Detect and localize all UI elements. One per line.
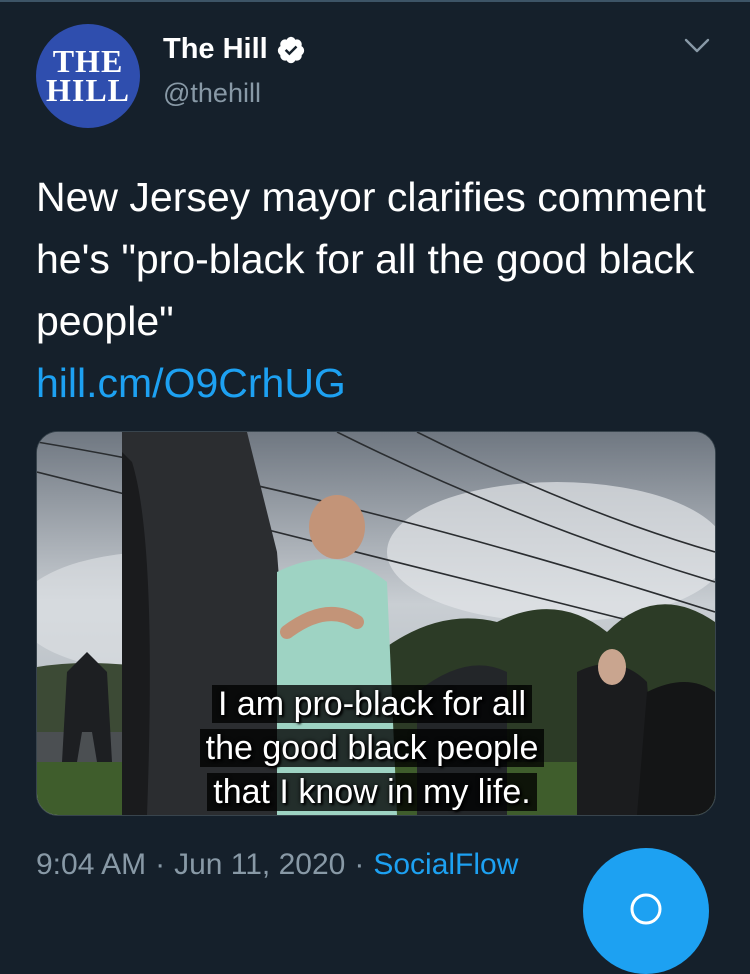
- tweet-date[interactable]: Jun 11, 2020: [174, 848, 345, 882]
- subtitle-line-2: the good black people: [199, 729, 545, 767]
- compose-icon: [630, 893, 662, 925]
- tweet-source[interactable]: SocialFlow: [373, 848, 518, 882]
- video-media[interactable]: I am pro-black for all the good black pe…: [36, 431, 716, 816]
- tweet-time[interactable]: 9:04 AM: [36, 848, 146, 882]
- account-name[interactable]: The Hill: [163, 33, 268, 66]
- avatar[interactable]: THE HILL: [36, 24, 140, 128]
- account-handle[interactable]: @thehill: [163, 78, 261, 109]
- tweet-text: New Jersey mayor clarifies comment he's …: [36, 174, 706, 344]
- subtitle-line-1: I am pro-black for all: [212, 685, 532, 723]
- chevron-down-icon[interactable]: [680, 34, 714, 58]
- avatar-text-line2: HILL: [45, 72, 131, 108]
- video-subtitles: I am pro-black for all the good black pe…: [177, 682, 567, 814]
- meta-separator: ·: [155, 848, 166, 881]
- tweet-body: New Jersey mayor clarifies comment he's …: [36, 166, 726, 414]
- tweet-link[interactable]: hill.cm/O9CrhUG: [36, 352, 726, 414]
- top-divider: [0, 0, 750, 2]
- verified-badge-icon: [277, 36, 304, 63]
- subtitle-line-3: that I know in my life.: [207, 773, 537, 811]
- account-name-row[interactable]: The Hill: [163, 33, 306, 66]
- meta-separator: ·: [354, 848, 365, 881]
- compose-button[interactable]: [583, 848, 709, 974]
- tweet-metadata: 9:04 AM · Jun 11, 2020 · SocialFlow: [36, 848, 518, 882]
